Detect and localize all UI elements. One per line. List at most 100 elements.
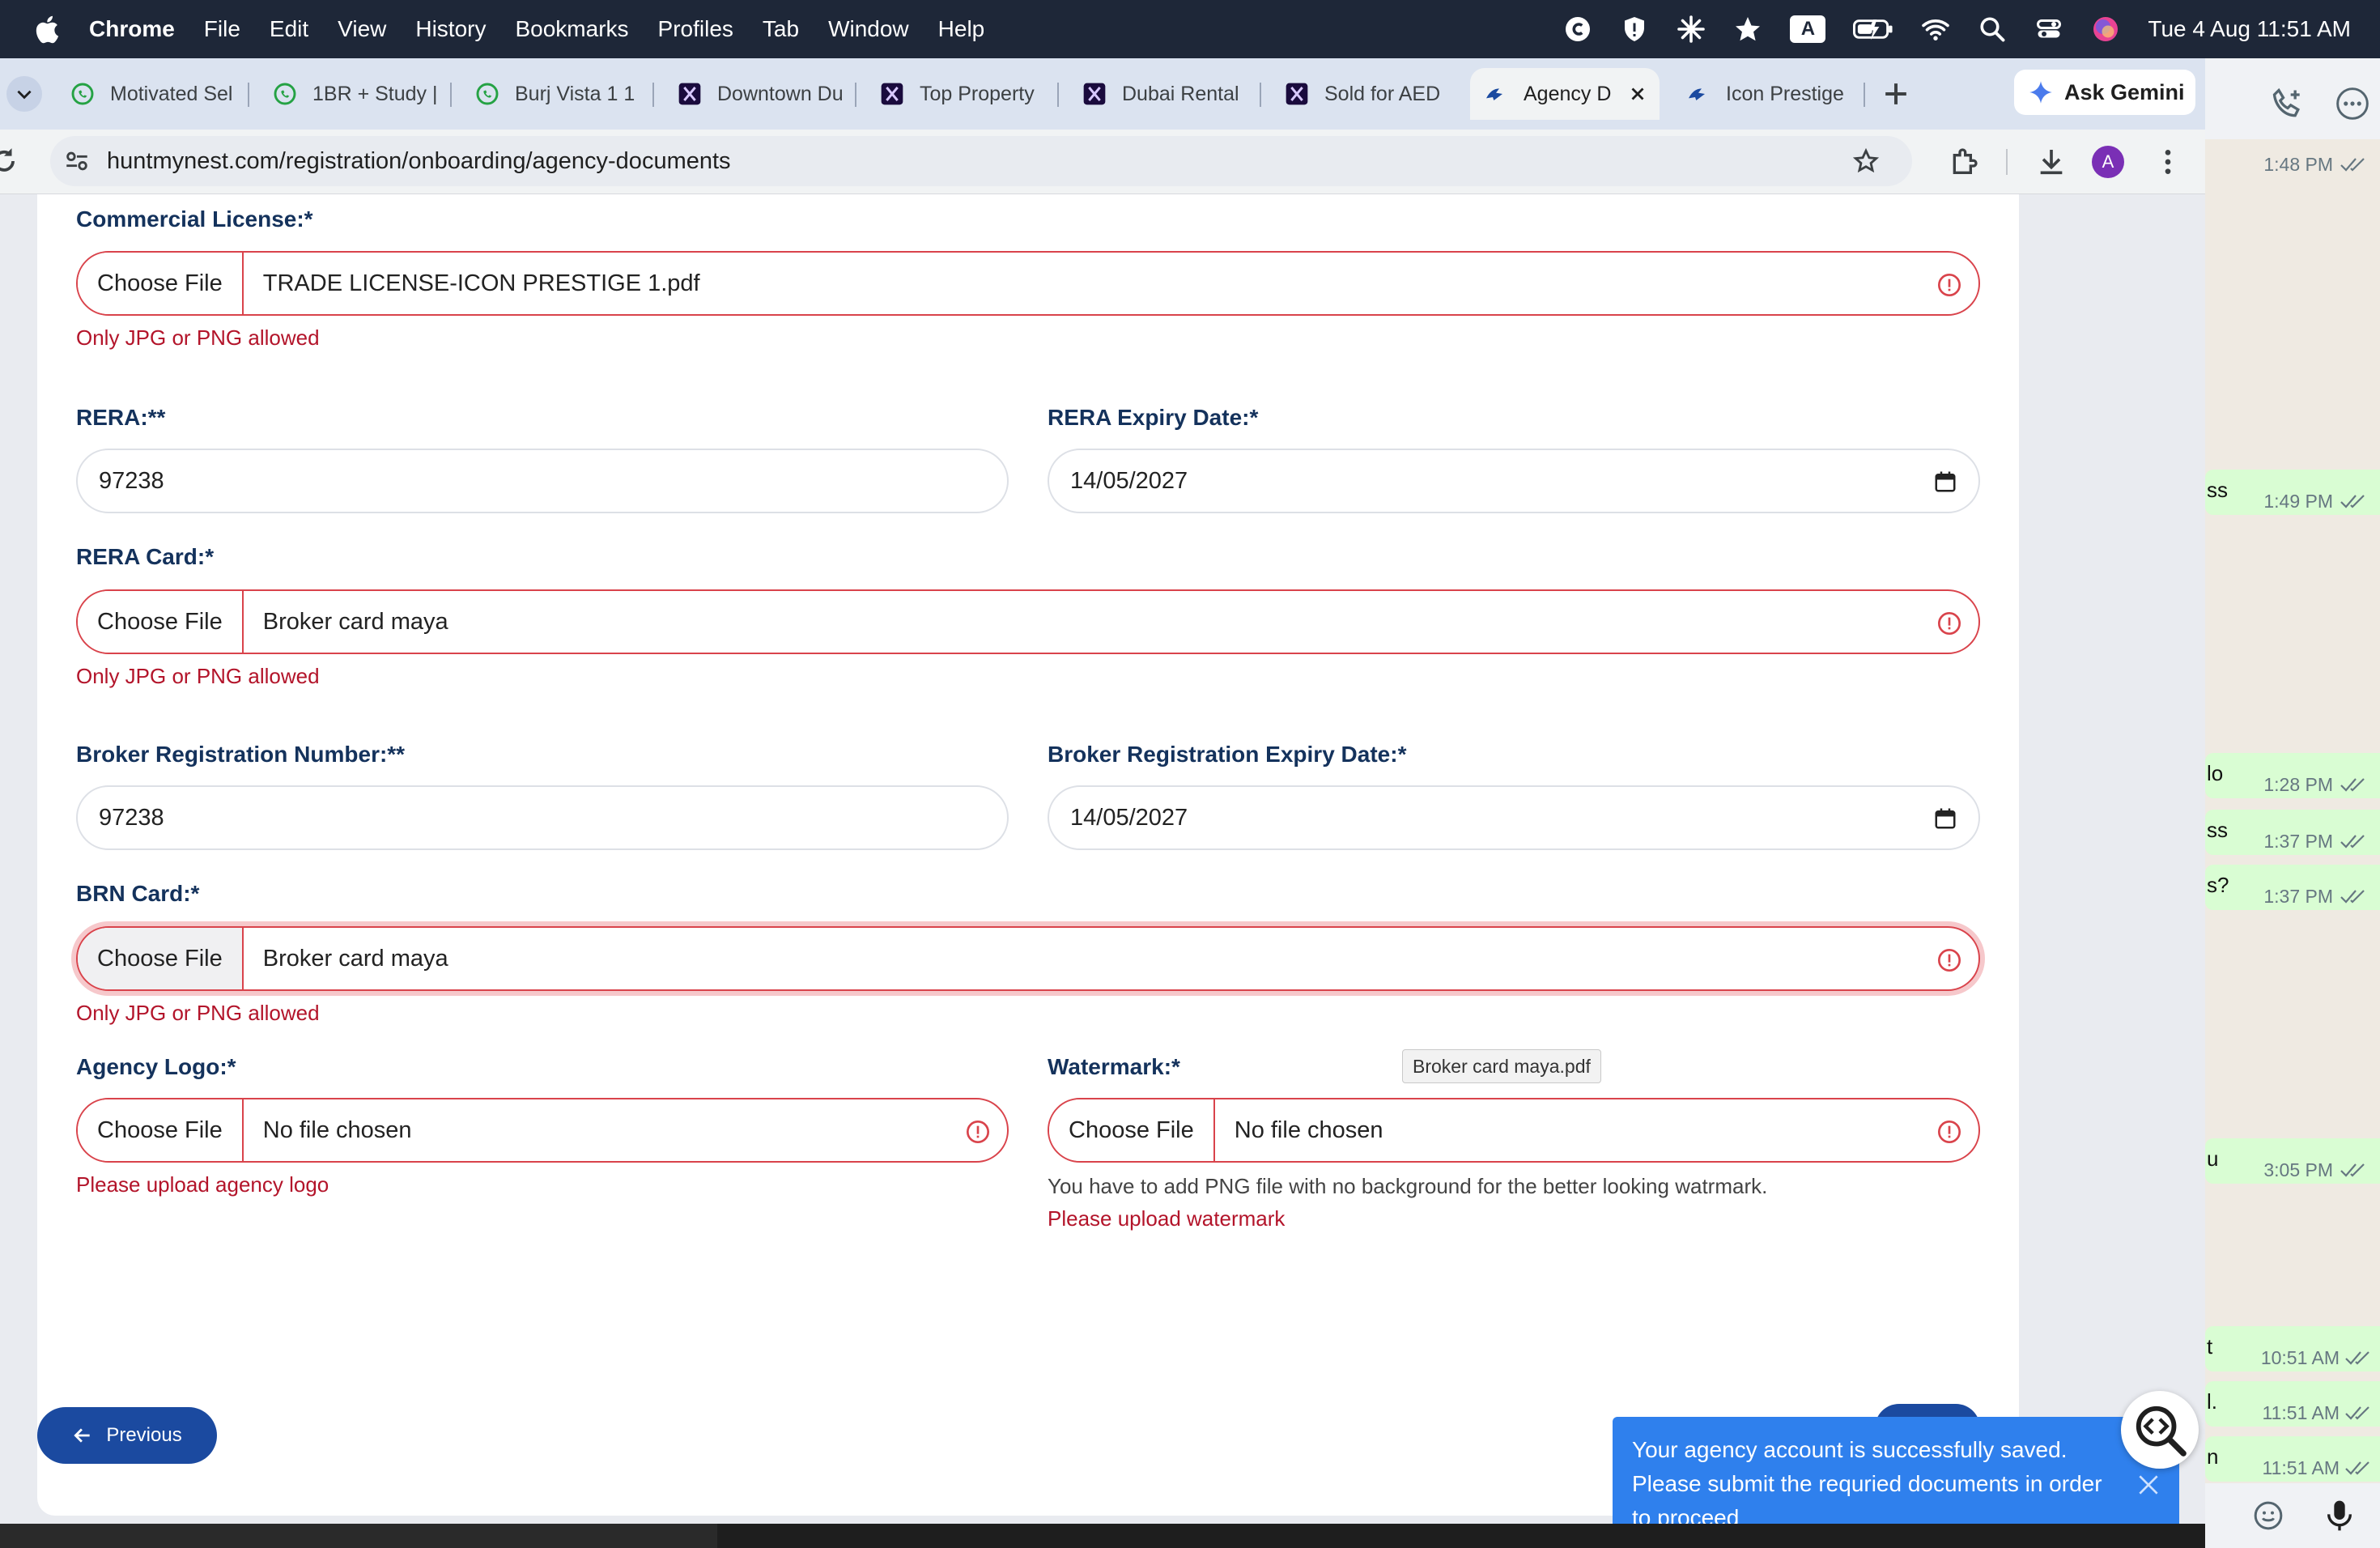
close-tab-icon[interactable]	[1627, 83, 1648, 104]
tab-title: Top Property	[920, 82, 1035, 105]
watermark-file-input[interactable]: Choose File No file chosen	[1048, 1098, 1980, 1163]
double-check-icon	[2340, 158, 2365, 172]
macos-menu-bar: Chrome File Edit View History Bookmarks …	[0, 0, 2380, 58]
choose-file-button[interactable]: Choose File	[78, 928, 244, 989]
whatsapp-message: lo 1:28 PM	[2205, 753, 2380, 798]
profile-avatar[interactable]: A	[2092, 146, 2124, 178]
tab-title: Dubai Rental	[1122, 82, 1239, 105]
tab-top-property[interactable]: Top Property	[868, 68, 1059, 120]
google-lens-button[interactable]	[2121, 1391, 2199, 1469]
sparkle-burst-icon[interactable]	[1677, 15, 1706, 44]
calendar-icon[interactable]	[1933, 806, 1957, 831]
brn-card-file-input[interactable]: Choose File Broker card maya	[76, 926, 1980, 991]
rera-value: 97238	[99, 467, 164, 494]
message-text-fragment: t	[2207, 1334, 2213, 1359]
choose-file-button[interactable]: Choose File	[1049, 1099, 1215, 1161]
menu-profiles[interactable]: Profiles	[658, 16, 733, 42]
agency-logo-file-input[interactable]: Choose File No file chosen	[76, 1098, 1009, 1163]
close-icon[interactable]	[2136, 1472, 2161, 1498]
whatsapp-message: 1:48 PM	[2205, 141, 2380, 186]
whatsapp-message: l. 11:51 AM	[2205, 1381, 2380, 1427]
whatsapp-icon	[274, 83, 296, 105]
search-icon[interactable]	[1978, 15, 2007, 44]
rera-card-file-input[interactable]: Choose File Broker card maya	[76, 589, 1980, 654]
battery-icon[interactable]	[1853, 15, 1893, 44]
tab-separator	[450, 83, 452, 107]
tab-separator	[1864, 83, 1865, 107]
error-icon	[1938, 612, 1961, 635]
extensions-puzzle-icon[interactable]	[1948, 146, 1980, 178]
menu-history[interactable]: History	[415, 16, 486, 42]
message-text-fragment: lo	[2207, 761, 2224, 785]
selected-file-name: No file chosen	[262, 1116, 412, 1143]
download-icon[interactable]	[2035, 146, 2068, 178]
menu-window[interactable]: Window	[828, 16, 909, 42]
bookmark-star-icon[interactable]	[1852, 147, 1880, 175]
ask-gemini-label: Ask Gemini	[2064, 79, 2185, 104]
apple-icon[interactable]	[32, 14, 60, 45]
more-options-icon[interactable]	[2335, 86, 2370, 121]
commercial-license-error: Only JPG or PNG allowed	[76, 325, 320, 350]
input-source-badge[interactable]: A	[1790, 15, 1826, 43]
menubar-clock[interactable]: Tue 4 Aug 11:51 AM	[2148, 16, 2351, 42]
kebab-menu-icon[interactable]	[2152, 146, 2184, 178]
emoji-icon[interactable]	[2252, 1499, 2284, 1532]
address-bar[interactable]: huntmynest.com/registration/onboarding/a…	[50, 136, 1912, 186]
brn-input[interactable]: 97238	[76, 785, 1009, 850]
tab-icon-prestige[interactable]: Icon Prestige	[1674, 68, 1865, 120]
message-text-fragment: n	[2207, 1444, 2219, 1469]
file-name-tooltip: Broker card maya.pdf	[1402, 1049, 1601, 1083]
x-icon	[881, 83, 903, 105]
control-center-icon[interactable]	[2034, 15, 2063, 44]
menu-file[interactable]: File	[204, 16, 240, 42]
huntmynest-icon	[1689, 88, 1705, 100]
menu-app-name[interactable]: Chrome	[89, 16, 175, 42]
rera-expiry-date-input[interactable]: 14/05/2027	[1048, 449, 1980, 513]
choose-file-button[interactable]: Choose File	[78, 1099, 244, 1161]
tab-1br-study[interactable]: 1BR + Study |	[261, 68, 452, 120]
microphone-icon[interactable]	[2323, 1498, 2356, 1533]
tab-agency-documents[interactable]: Agency D	[1470, 68, 1660, 120]
tab-dubai-rental[interactable]: Dubai Rental	[1070, 68, 1261, 120]
rera-input[interactable]: 97238	[76, 449, 1009, 513]
watermark-error: Please upload watermark	[1048, 1206, 1286, 1231]
whatsapp-window-peek: 1:48 PM ss 1:49 PM lo 1:28 PM ss 1:37 PM…	[2205, 58, 2380, 1548]
url-text[interactable]: huntmynest.com/registration/onboarding/a…	[107, 148, 731, 175]
menu-tab[interactable]: Tab	[763, 16, 799, 42]
whatsapp-message: ss 1:49 PM	[2205, 470, 2380, 515]
whatsapp-header	[2205, 58, 2380, 139]
star-icon[interactable]	[1733, 15, 1762, 44]
new-tab-plus-icon[interactable]	[1878, 76, 1914, 112]
documents-form-card: Commercial License:* Choose File TRADE L…	[37, 194, 2019, 1516]
shield-icon[interactable]	[1620, 15, 1649, 44]
tab-sold-for-aed[interactable]: Sold for AED	[1273, 68, 1464, 120]
siri-icon[interactable]	[2091, 15, 2120, 44]
menu-view[interactable]: View	[338, 16, 386, 42]
menu-edit[interactable]: Edit	[270, 16, 308, 42]
previous-button[interactable]: Previous	[37, 1407, 217, 1464]
commercial-license-file-input[interactable]: Choose File TRADE LICENSE-ICON PRESTIGE …	[76, 251, 1980, 316]
message-time: 3:05 PM	[2263, 1159, 2333, 1180]
ask-gemini-button[interactable]: Ask Gemini	[2014, 70, 2195, 115]
tab-search-button[interactable]	[6, 76, 42, 112]
choose-file-button[interactable]: Choose File	[78, 591, 244, 653]
choose-file-button[interactable]: Choose File	[78, 253, 244, 314]
input-source-label: A	[1800, 18, 1816, 40]
reload-icon[interactable]	[0, 146, 19, 176]
double-check-icon	[2345, 1461, 2369, 1475]
wifi-icon[interactable]	[1921, 15, 1950, 44]
calendar-icon[interactable]	[1933, 470, 1957, 494]
brn-expiry-date-input[interactable]: 14/05/2027	[1048, 785, 1980, 850]
tab-downtown-dubai[interactable]: Downtown Du	[665, 68, 856, 120]
site-info-tune-icon[interactable]	[63, 147, 91, 175]
tab-burj-vista[interactable]: Burj Vista 1 1	[463, 68, 654, 120]
menu-help[interactable]: Help	[938, 16, 985, 42]
tab-separator	[652, 83, 654, 107]
watermark-hint: You have to add PNG file with no backgro…	[1048, 1174, 1768, 1198]
add-call-icon[interactable]	[2270, 86, 2306, 121]
brn-value: 97238	[99, 804, 164, 831]
tab-motivated-seller[interactable]: Motivated Sel	[58, 68, 249, 120]
c-app-icon[interactable]	[1563, 15, 1592, 44]
selected-file-name: Broker card maya	[262, 945, 448, 972]
menu-bookmarks[interactable]: Bookmarks	[515, 16, 628, 42]
